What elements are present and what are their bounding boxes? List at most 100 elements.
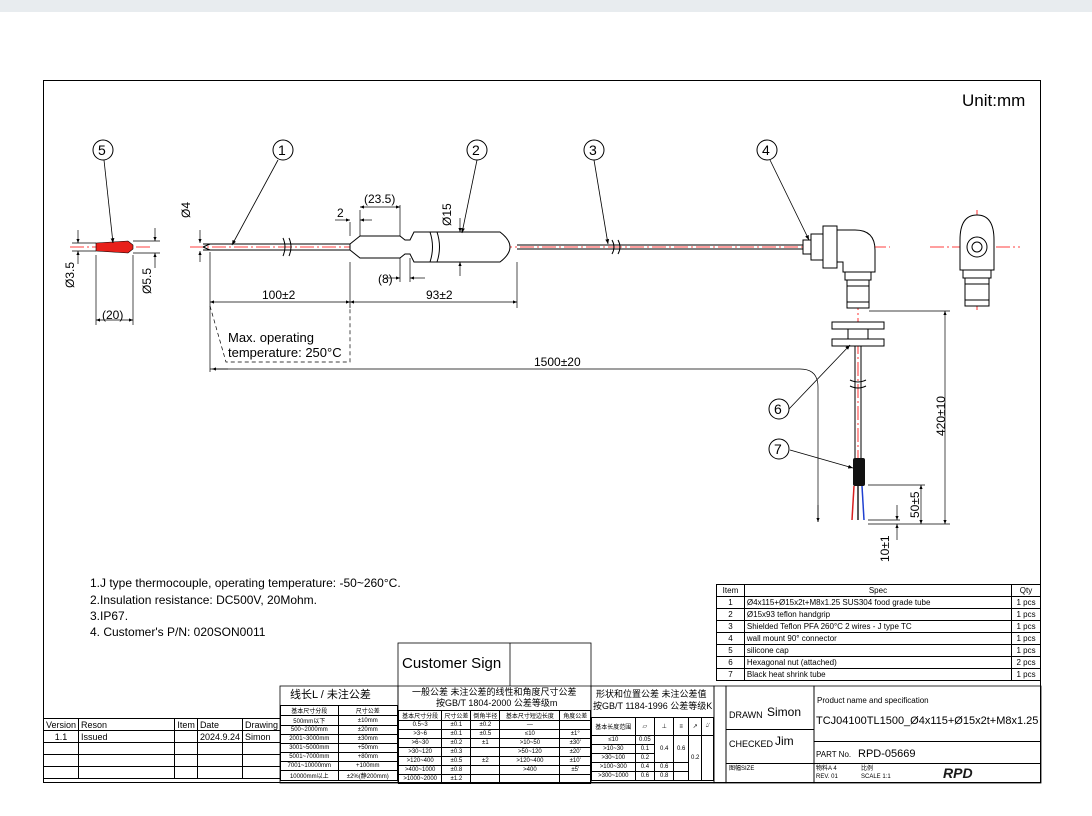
tol-cell [470,765,501,775]
part-item: 7 [716,668,745,681]
tol-cell: ±0.1 [441,729,472,739]
tol-cell: ±2 [470,756,501,766]
divider [814,763,1041,764]
dim-8: (8) [378,272,393,286]
tol-linear-col1: 基本尺寸分段 [280,705,339,716]
tol-cell: ±0.1 [441,720,472,730]
tol-cell: 0.8 [654,771,675,781]
tol-cell: ±0.2 [441,738,472,748]
table-row: >1000~2000 ±1.2 [397,774,591,784]
tol-linear-table: 基本尺寸分段 尺寸公差 500mm以下 ±10mm 500~2000mm ±20mm … [280,705,399,781]
heat-shrink-tube [851,458,865,521]
tol-cell: >30~120 [397,747,443,757]
table-row: 3 Shielded Teflon PFA 260°C 2 wires - J t… [716,620,1041,633]
tol-cell: 0.5~3 [397,720,443,730]
product-value: TCJ04100TL1500_Ø4x115+Ø15x2t+M8x1.25 [816,715,1039,727]
balloon-4: 4 [762,142,770,158]
table-row: ≤10 0.05 0.4 0.6 0.2 [591,735,714,781]
tol-general-title1: 一般公差 未注公差的线性和角度尺寸公差 [412,687,577,697]
rev-header-item: Item [174,718,198,731]
tol-form-table: 基本长度范围 ⏥ ⊥ ≡ ↗ ⌰ ≤10 0.05 0.4 0.6 0.2 >10~30… [591,717,714,781]
tol-cell: ±0.3 [441,747,472,757]
dim-2: 2 [337,206,344,220]
tol-cell: >300~1000 [591,771,636,781]
tol-linear-tol: ±20mm [337,725,399,735]
table-row: 6 Hexagonal nut (attached) 2 pcs [716,656,1041,669]
tol-cell: ±5' [559,765,591,775]
tol-general-title2: 按GB/T 1804-2000 公差等级m [436,698,558,708]
dim-1500: 1500±20 [534,355,581,369]
dim-93: 93±2 [426,288,453,302]
note-4: 4. Customer's P/N: 020SON0011 [90,625,266,639]
tol-cell [559,720,591,730]
table-row: 7001~10000mm +100mm [280,761,399,771]
tol-linear-range: 7001~10000mm [280,761,339,771]
part-spec: Black heat shrink tube [743,668,1013,681]
tol-linear-range: 3001~5000mm [280,743,339,753]
scale-caption: 比例 [861,766,874,772]
part-value: RPD-05669 [858,748,916,760]
tol-cell: ≤10 [499,729,561,739]
table-row: 500mm以下 ±10mm [280,715,399,726]
part-item: 1 [716,596,745,609]
size-label: 图幅SIZE [729,766,755,772]
balloon-6: 6 [774,401,782,417]
company-logo: RPD [943,765,973,781]
tol-general-header: 基本尺寸分段 [397,710,443,721]
tol-linear-range: 500mm以下 [280,715,339,726]
table-row: 0.5~3 ±0.1 ±0.2— [397,720,591,730]
table-row: >400~1000 ±0.8 >400 ±5' [397,765,591,775]
tol-cell: ±1 [470,738,501,748]
dim-d15: Ø15 [440,203,454,226]
customer-sign-label: Customer Sign [402,655,502,672]
part-spec: silicone cap [743,644,1013,657]
silicone-cap [95,240,134,254]
parts-header-item: Item [716,584,745,597]
parts-header-spec: Spec [743,584,1013,597]
rev-label: REV. 01 [816,774,838,780]
table-row: >120~400 ±0.5 ±2 >120~400 ±10' [397,756,591,766]
total-runout-icon: ⌰ [701,717,714,736]
rev-date: 2024.9.24 [196,730,243,743]
tol-cell: >100~300 [591,762,636,772]
tol-cell: >3~6 [397,729,443,739]
perpendicularity-icon: ⊥ [654,717,675,736]
table-row: 7 Black heat shrink tube 1 pcs [716,668,1041,681]
part-qty: 1 pcs [1011,620,1041,633]
checked-label: CHECKED [729,739,774,749]
tol-cell: ±30' [559,738,591,748]
tol-cell: 0.6 [673,735,690,763]
part-qty: 1 pcs [1011,608,1041,621]
part-item: 3 [716,620,745,633]
tol-cell: — [499,720,561,730]
table-row [42,742,282,755]
tol-linear-tol: +80mm [337,752,399,762]
tol-cell [559,774,591,784]
balloon-5: 5 [98,142,106,158]
table-row: 3001~5000mm +50mm [280,743,399,753]
tol-cell [470,747,501,757]
tol-form-header: 基本长度范围 [591,717,636,736]
table-row: >3~6 ±0.1 ±0.5 ≤10 ±1° [397,729,591,739]
rev-version: 1.1 [42,730,80,743]
tol-cell: >120~400 [499,756,561,766]
tol-general-header: 尺寸公差 [441,710,472,721]
part-spec: Hexagonal nut (attached) [743,656,1013,669]
rev-drawing: Simon [241,730,282,743]
tol-cell: 0.1 [634,744,656,754]
revision-header-row: Version Reson Item Date Drawing [42,718,282,731]
divider [726,729,814,730]
tol-cell: 0.2 [634,753,656,763]
tol-cell: 0.6 [634,771,656,781]
part-qty: 2 pcs [1011,656,1041,669]
flatness-icon: ⏥ [634,717,656,736]
part-label: PART No. [816,750,852,759]
tol-linear-tol: ±2%(静200mm) [337,770,399,781]
table-row: 5 silicone cap 1 pcs [716,644,1041,657]
tol-linear-tol: +100mm [337,761,399,771]
part-qty: 1 pcs [1011,596,1041,609]
tol-cell: >120~400 [397,756,443,766]
table-row: 2 Ø15x93 teflon handgrip 1 pcs [716,608,1041,621]
dim-50: 50±5 [908,491,922,518]
rev-header-version: Version [42,718,80,731]
